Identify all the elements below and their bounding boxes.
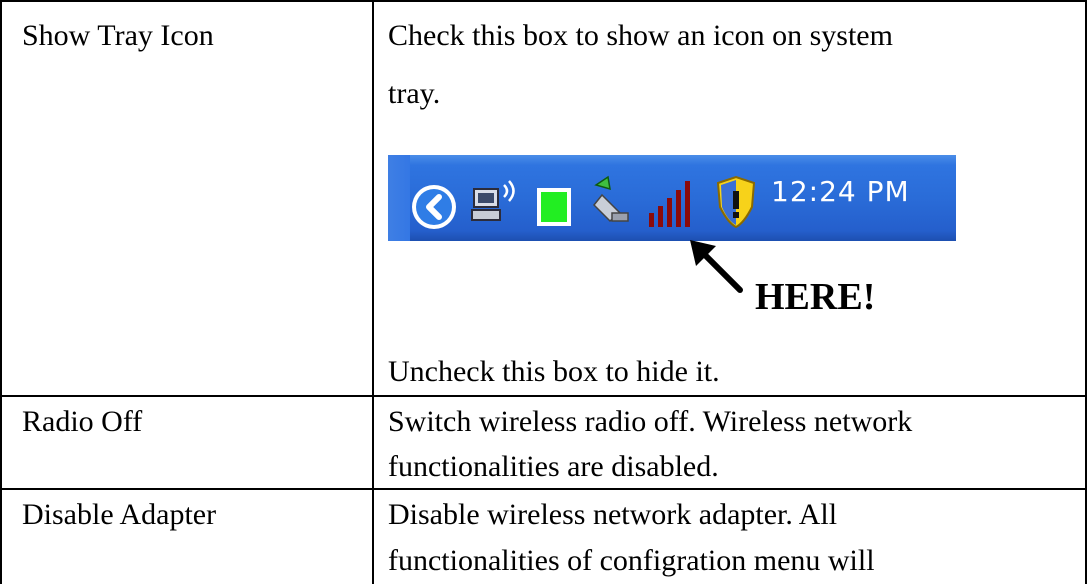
system-tray-screenshot: 12:24 PM — [388, 155, 956, 241]
description-line: Switch wireless radio off. Wireless netw… — [388, 405, 913, 438]
description-line: tray. — [388, 77, 441, 110]
green-square-icon — [537, 188, 571, 226]
callout-label: HERE! — [755, 276, 876, 318]
back-chevron-icon — [412, 185, 456, 229]
description-line: functionalities of configration menu wil… — [388, 544, 875, 577]
security-shield-icon — [716, 175, 756, 229]
tray-clock: 12:24 PM — [771, 175, 910, 208]
row-divider — [0, 395, 1087, 397]
setting-name-disable-adapter: Disable Adapter — [22, 498, 217, 531]
description-line: Uncheck this box to hide it. — [388, 355, 720, 388]
network-plug-icon — [592, 175, 629, 223]
column-divider — [372, 0, 374, 584]
description-line: Disable wireless network adapter. All — [388, 498, 838, 531]
setting-name-radio-off: Radio Off — [22, 405, 143, 438]
arrow-icon — [690, 240, 743, 293]
table-border-top — [0, 0, 1087, 2]
signal-bars-icon — [649, 181, 690, 227]
description-line: Check this box to show an icon on system — [388, 19, 893, 52]
wireless-computer-icon — [471, 180, 515, 221]
table-border-left — [0, 0, 2, 584]
setting-name-show-tray-icon: Show Tray Icon — [22, 19, 214, 52]
description-line: functionalities are disabled. — [388, 450, 719, 483]
settings-table: Show Tray Icon Check this box to show an… — [0, 0, 1087, 584]
